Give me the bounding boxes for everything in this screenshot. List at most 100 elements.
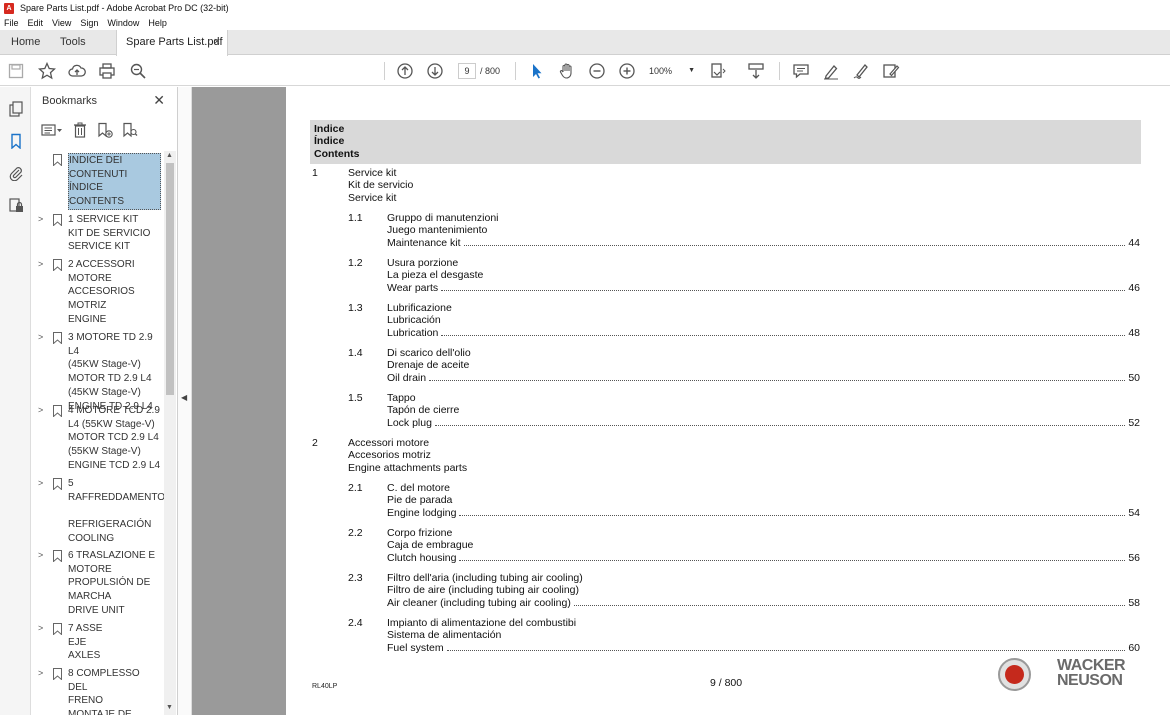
toc-section-number: 2 (312, 437, 318, 449)
bookmark-icon (53, 405, 62, 417)
toc-entry-number: 2.2 (348, 527, 363, 539)
bookmark-item[interactable]: > 1 SERVICE KIT KIT DE SERVICIO SERVICE … (31, 213, 164, 255)
zoom-search-icon[interactable] (128, 61, 148, 81)
scroll-up-icon[interactable]: ▲ (166, 152, 173, 159)
menu-file[interactable]: File (4, 18, 19, 28)
zoom-in-icon[interactable] (617, 61, 637, 81)
toc-entry-page: 50 (1128, 371, 1140, 384)
menu-help[interactable]: Help (148, 18, 167, 28)
save-icon[interactable] (6, 61, 26, 81)
bookmark-item[interactable]: > 5 RAFFREDDAMENTO REFRIGERACIÓN COOLING (31, 477, 164, 547)
zoom-level-select[interactable]: 100% ▼ (649, 63, 697, 79)
bookmark-item[interactable]: > 4 MOTORE TCD 2.9 L4 (55KW Stage-V) MOT… (31, 404, 164, 474)
tab-tools[interactable]: Tools (60, 30, 86, 55)
chevron-right-icon[interactable]: > (38, 623, 43, 633)
toc-entry-title: C. del motore Pie de parada (387, 482, 453, 507)
chevron-right-icon[interactable]: > (38, 405, 43, 415)
toc-entry-title: Usura porzione La pieza el desgaste (387, 257, 484, 282)
page-number-input[interactable]: 9 (458, 63, 476, 79)
toc-entry-page: 54 (1128, 506, 1140, 519)
bookmarks-scrollbar[interactable]: ▲ ▼ (164, 151, 176, 715)
menu-edit[interactable]: Edit (28, 18, 44, 28)
tab-document[interactable]: Spare Parts List.pdf × (116, 30, 228, 56)
toc-entry-label: Clutch housing (387, 551, 457, 564)
zoom-out-icon[interactable] (587, 61, 607, 81)
scrollbar-thumb[interactable] (166, 163, 174, 395)
select-cursor-icon[interactable] (527, 61, 547, 81)
acrobat-icon: A (4, 2, 14, 14)
toc-entry-label: Maintenance kit (387, 236, 461, 249)
highlight-pen-icon[interactable] (821, 61, 841, 81)
document-viewport[interactable]: Indice Índice Contents 1 Service kit Kit… (192, 87, 1170, 715)
bookmark-icon (53, 550, 62, 562)
toc-entry-number: 2.4 (348, 617, 363, 629)
toc-entry-page: 48 (1128, 326, 1140, 339)
cloud-upload-icon[interactable] (67, 61, 87, 81)
close-tab-icon[interactable]: × (214, 30, 220, 55)
chevron-right-icon[interactable]: > (38, 259, 43, 269)
header-line: Indice (314, 123, 345, 135)
chevron-right-icon[interactable]: > (38, 550, 43, 560)
toc-entry-label: Lubrication (387, 326, 439, 339)
toc-entry-label: Wear parts (387, 281, 439, 294)
toc-entry-label: Lock plug (387, 416, 432, 429)
toc-entry-page: 58 (1128, 596, 1140, 609)
chevron-right-icon[interactable]: > (38, 478, 43, 488)
security-lock-icon[interactable] (6, 195, 26, 215)
options-menu-icon[interactable] (39, 120, 65, 140)
next-page-icon[interactable] (425, 61, 445, 81)
page-total-label: / 800 (480, 66, 501, 76)
bookmark-label: 8 COMPLESSO DEL FRENO MONTAJE DE (68, 668, 140, 715)
toc-entry-number: 1.3 (348, 302, 363, 314)
wacker-neuson-logo: WACKER NEUSON (998, 657, 1148, 693)
bookmark-icon (53, 478, 62, 490)
bookmark-icon (53, 623, 62, 635)
bookmark-item[interactable]: > 3 MOTORE TD 2.9 L4 (45KW Stage-V) MOTO… (31, 331, 164, 412)
scroll-down-icon[interactable]: ▼ (166, 704, 173, 711)
bookmark-item[interactable]: > 2 ACCESSORI MOTORE ACCESORIOS MOTRIZ E… (31, 258, 164, 328)
delete-bookmark-icon[interactable] (70, 120, 90, 140)
scroll-mode-icon[interactable] (746, 61, 766, 81)
tab-document-label: Spare Parts List.pdf (126, 36, 223, 48)
menu-view[interactable]: View (52, 18, 71, 28)
new-bookmark-icon[interactable] (95, 120, 115, 140)
bookmark-item[interactable]: > 8 COMPLESSO DEL FRENO MONTAJE DE (31, 667, 164, 715)
chevron-down-icon: ▼ (688, 67, 695, 74)
menu-window[interactable]: Window (107, 18, 139, 28)
bookmark-icon (53, 332, 62, 344)
attachment-icon[interactable] (6, 163, 26, 183)
document-code: RL40LP (312, 683, 338, 690)
bookmark-icon (53, 154, 62, 166)
fill-sign-icon[interactable] (881, 61, 901, 81)
star-icon[interactable] (37, 61, 57, 81)
chevron-right-icon[interactable]: > (38, 214, 43, 224)
print-icon[interactable] (97, 61, 117, 81)
chevron-right-icon[interactable]: > (38, 668, 43, 678)
page-fit-icon[interactable] (708, 61, 728, 81)
tab-home[interactable]: Home (11, 30, 40, 55)
toc-entry-title: Di scarico dell'olio Drenaje de aceite (387, 347, 471, 372)
bookmark-item[interactable]: > 7 ASSE EJE AXLES (31, 622, 164, 664)
zoom-level-value: 100% (649, 66, 673, 76)
toc-entry-page: 60 (1128, 641, 1140, 654)
chevron-right-icon[interactable]: > (38, 332, 43, 342)
hand-tool-icon[interactable] (557, 61, 577, 81)
bookmark-item[interactable]: INDICE DEI CONTENUTI ÍNDICE CONTENTS (31, 153, 164, 210)
toc-entry-page: 46 (1128, 281, 1140, 294)
page-thumbnails-icon[interactable] (6, 99, 26, 119)
comment-icon[interactable] (791, 61, 811, 81)
toc-entry-title: Impianto di alimentazione del combustibi… (387, 617, 577, 642)
logo-emblem-icon (998, 658, 1031, 691)
previous-page-icon[interactable] (395, 61, 415, 81)
toolbar (0, 56, 1170, 86)
find-bookmark-icon[interactable] (120, 120, 140, 140)
sign-icon[interactable] (851, 61, 871, 81)
panel-collapse-handle[interactable]: ◀ (178, 87, 192, 715)
menu-sign[interactable]: Sign (80, 18, 98, 28)
bookmark-item[interactable]: > 6 TRASLAZIONE E MOTORE PROPULSIÓN DE M… (31, 549, 164, 619)
toc-entry-number: 2.3 (348, 572, 363, 584)
bookmark-label: 6 TRASLAZIONE E MOTORE PROPULSIÓN DE MAR… (68, 550, 156, 616)
bookmark-panel-icon[interactable] (6, 131, 26, 151)
bookmark-icon (53, 668, 62, 680)
close-panel-icon[interactable]: ✕ (153, 92, 165, 109)
